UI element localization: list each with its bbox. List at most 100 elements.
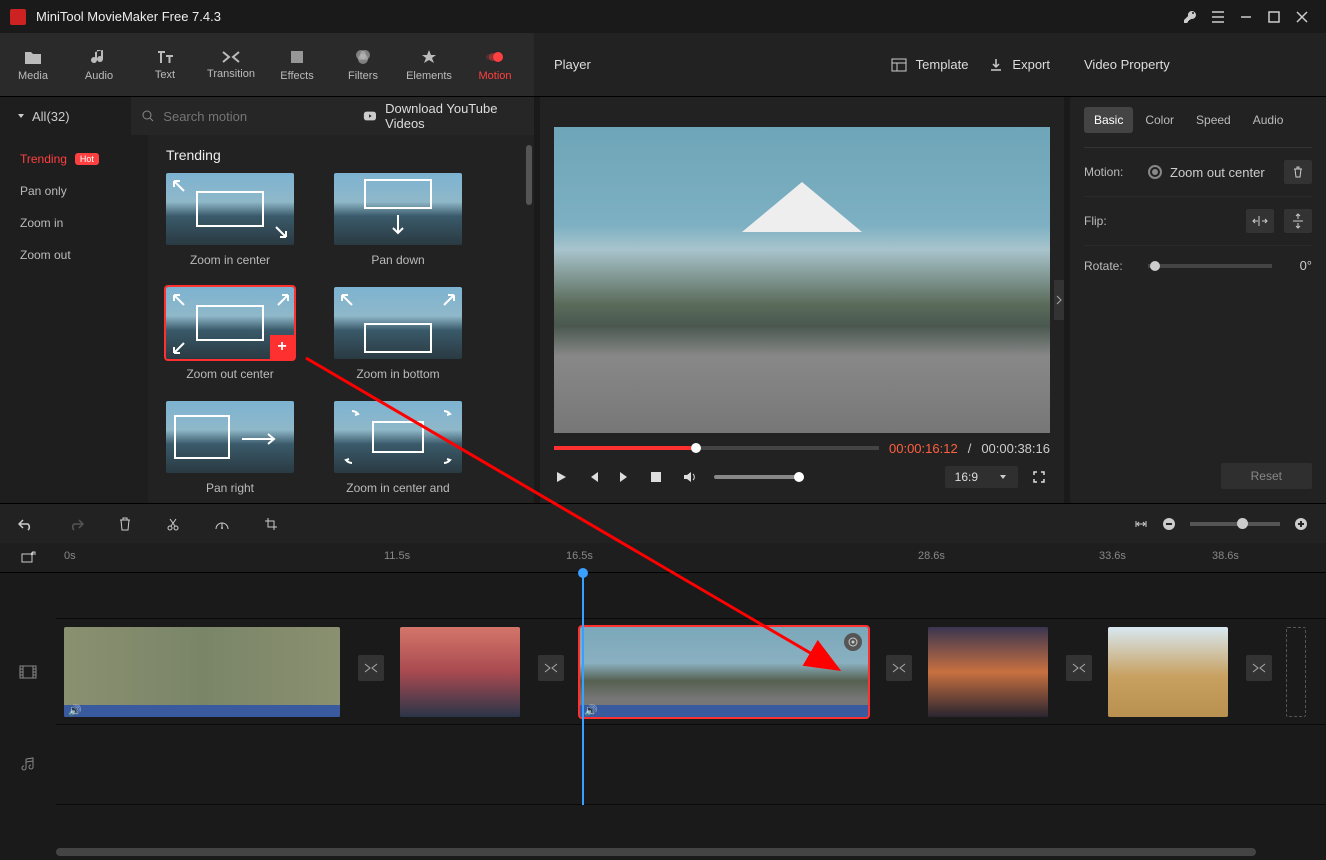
overlay-lane[interactable] [56,573,1326,619]
motion-thumbnail[interactable]: + [166,287,294,359]
video-clip-3[interactable]: 🔊 [580,627,868,717]
motion-card[interactable]: +Zoom out center [166,287,294,381]
search-input[interactable] [163,109,339,124]
motion-card[interactable]: Pan right [166,401,294,495]
undo-button[interactable] [18,517,34,531]
split-button[interactable] [166,517,180,531]
property-tab-basic[interactable]: Basic [1084,107,1133,133]
tab-filters[interactable]: Filters [330,33,396,97]
fit-timeline-button[interactable] [1134,517,1148,531]
close-icon[interactable] [1288,3,1316,31]
menu-icon[interactable] [1204,3,1232,31]
category-all[interactable]: All(32) [0,97,131,135]
flip-label: Flip: [1084,214,1138,228]
activation-key-icon[interactable] [1176,3,1204,31]
sidebar-item-zoom-out[interactable]: Zoom out [0,239,148,271]
transition-2[interactable] [538,655,564,681]
timeline-toolbar [0,503,1326,543]
volume-icon[interactable] [682,470,700,484]
flip-vertical-button[interactable] [1284,209,1312,233]
tab-motion[interactable]: Motion [462,33,528,97]
panel-collapse-button[interactable] [1054,280,1064,320]
transition-3[interactable] [886,655,912,681]
sidebar-item-zoom-in[interactable]: Zoom in [0,207,148,239]
clip-motion-icon [844,633,862,651]
add-track-button[interactable] [0,550,56,566]
audio-track-icon [20,757,36,773]
playback-progress[interactable] [554,446,879,450]
motion-card[interactable]: Zoom in center and [334,401,462,495]
maximize-icon[interactable] [1260,3,1288,31]
vertical-scrollbar[interactable] [526,145,532,205]
tab-media[interactable]: Media [0,33,66,97]
minimize-icon[interactable] [1232,3,1260,31]
tab-audio[interactable]: Audio [66,33,132,97]
zoom-out-button[interactable] [1162,517,1176,531]
flip-horizontal-button[interactable] [1246,209,1274,233]
export-button[interactable]: Export [988,57,1050,73]
next-frame-button[interactable] [618,470,636,484]
motion-card[interactable]: Pan down [334,173,462,267]
download-youtube-button[interactable]: Download YouTube Videos [349,97,534,135]
rotate-slider[interactable] [1148,264,1272,268]
tab-effects[interactable]: Effects [264,33,330,97]
timeline-ruler[interactable]: 0s11.5s16.5s28.6s33.6s38.6s [0,543,1326,573]
filters-icon [354,48,372,66]
zoom-slider[interactable] [1190,522,1280,526]
play-button[interactable] [554,470,572,484]
motion-thumbnail[interactable] [166,173,294,245]
video-preview[interactable] [554,127,1050,433]
zoom-in-button[interactable] [1294,517,1308,531]
search-box[interactable] [131,97,349,135]
template-button[interactable]: Template [890,56,969,74]
audio-track-head [0,725,56,805]
motion-card[interactable]: Zoom in bottom [334,287,462,381]
property-tab-speed[interactable]: Speed [1186,107,1241,133]
reset-button[interactable]: Reset [1221,463,1312,489]
motion-thumbnail[interactable] [334,401,462,473]
sidebar-item-pan-only[interactable]: Pan only [0,175,148,207]
video-clip-6[interactable] [1286,627,1306,717]
app-logo [10,9,26,25]
volume-slider[interactable] [714,475,804,479]
audio-lane[interactable] [56,725,1326,805]
motion-thumbnail[interactable] [166,401,294,473]
video-lane[interactable]: 🔊 🔊 [56,619,1326,725]
tab-text[interactable]: Text [132,33,198,97]
text-icon [156,49,174,65]
prev-frame-button[interactable] [586,470,604,484]
transition-5[interactable] [1246,655,1272,681]
transition-icon [221,50,241,64]
redo-button[interactable] [68,517,84,531]
video-clip-1[interactable]: 🔊 [64,627,340,717]
fullscreen-button[interactable] [1032,470,1050,484]
tab-elements[interactable]: Elements [396,33,462,97]
horizontal-scrollbar[interactable] [56,848,1256,856]
rotate-label: Rotate: [1084,259,1138,273]
video-track-icon [19,664,37,680]
video-clip-5[interactable] [1108,627,1228,717]
add-motion-button[interactable]: + [270,335,294,359]
property-tab-color[interactable]: Color [1135,107,1184,133]
motion-thumbnail[interactable] [334,287,462,359]
crop-button[interactable] [264,517,278,531]
stop-button[interactable] [650,471,668,483]
search-icon [141,109,155,123]
video-clip-4[interactable] [928,627,1048,717]
motion-grid: Trending Zoom in centerPan down+Zoom out… [148,135,534,503]
speed-button[interactable] [214,517,230,531]
motion-thumbnail[interactable] [334,173,462,245]
elements-icon [420,48,438,66]
motion-card[interactable]: Zoom in center [166,173,294,267]
motion-indicator-icon [1148,165,1162,179]
delete-motion-button[interactable] [1284,160,1312,184]
aspect-ratio-select[interactable]: 16:9 [945,466,1018,488]
delete-button[interactable] [118,517,132,531]
property-tab-audio[interactable]: Audio [1243,107,1294,133]
video-clip-2[interactable] [400,627,520,717]
playhead[interactable] [582,573,584,805]
sidebar-item-trending[interactable]: TrendingHot [0,143,148,175]
tab-transition[interactable]: Transition [198,33,264,97]
transition-1[interactable] [358,655,384,681]
transition-4[interactable] [1066,655,1092,681]
